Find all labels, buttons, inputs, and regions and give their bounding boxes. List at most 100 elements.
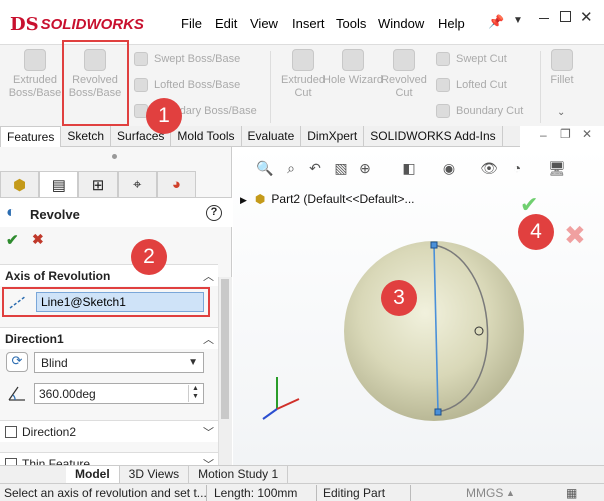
thin-feature-section[interactable]: Thin Feature ﹀ <box>0 452 218 465</box>
solidworks-logo[interactable]: DS SOLIDWORKS <box>10 10 150 38</box>
axis-selection-field[interactable]: Line1@Sketch1 <box>36 292 204 312</box>
menu-insert[interactable]: Insert <box>292 16 325 31</box>
chevron-down-icon[interactable]: ﹀ <box>203 424 214 440</box>
menu-file[interactable]: File <box>181 16 202 31</box>
endpoint-handle[interactable] <box>430 241 438 249</box>
zoom-area-icon[interactable]: ⌕ <box>282 160 300 178</box>
ds-logo-mark: DS <box>10 13 39 35</box>
tab-dimxpert[interactable]: DimXpert <box>301 126 365 147</box>
fillet-icon <box>551 49 573 71</box>
feature-manager-tab[interactable]: ⬢ <box>0 171 40 197</box>
expand-arrow-icon[interactable]: ▶ <box>240 195 247 205</box>
view-orientation-icon[interactable]: ◧ <box>400 160 418 178</box>
tab-sketch[interactable]: Sketch <box>61 126 112 147</box>
title-bar: DS SOLIDWORKS File Edit View Insert Tool… <box>0 0 604 44</box>
maximize-icon[interactable] <box>558 9 572 23</box>
chevron-up-icon[interactable]: ︿ <box>203 331 214 347</box>
color-wheel-icon: ◕ <box>171 176 181 193</box>
revolved-cut-button[interactable]: Revolved Cut <box>373 49 435 100</box>
lofted-cut-button[interactable]: Lofted Cut <box>436 75 507 95</box>
property-manager-tab[interactable]: ▤ <box>39 171 79 197</box>
solidworks-window: DS SOLIDWORKS File Edit View Insert Tool… <box>0 0 604 501</box>
boundary-cut-button[interactable]: Boundary Cut <box>436 101 523 121</box>
status-units[interactable]: MMGS <box>466 486 503 500</box>
property-list-icon: ▤ <box>51 176 66 194</box>
flyout-feature-tree[interactable]: ▶ ⬢ Part2 (Default<<Default>... <box>240 192 415 206</box>
fillet-button[interactable]: Fillet <box>542 49 582 87</box>
swept-cut-icon <box>436 52 450 66</box>
panel-grip-icon[interactable] <box>112 154 117 159</box>
ok-button[interactable]: ✔ <box>6 231 19 249</box>
dimxpert-manager-tab[interactable]: ⌖ <box>117 171 157 197</box>
status-options-icon[interactable]: ▦ <box>566 486 577 500</box>
status-mode: Editing Part <box>323 486 386 500</box>
zoom-to-fit-icon[interactable]: 🔍 <box>256 160 274 178</box>
menu-edit[interactable]: Edit <box>215 16 237 31</box>
edit-appearance-icon[interactable]: ◔ <box>508 160 526 178</box>
ribbon-separator <box>540 51 541 123</box>
swept-cut-label: Swept Cut <box>456 53 507 65</box>
reverse-direction-icon[interactable]: ⟳ <box>6 352 28 372</box>
menu-view[interactable]: View <box>250 16 278 31</box>
menu-help[interactable]: Help <box>438 16 465 31</box>
lofted-boss-button[interactable]: Lofted Boss/Base <box>134 75 240 95</box>
display-manager-tab[interactable]: ◕ <box>156 171 197 197</box>
ribbon-more-icon[interactable]: ⌄ <box>557 107 565 118</box>
tab-model[interactable]: Model <box>66 466 120 483</box>
help-icon[interactable]: ? <box>206 205 222 221</box>
units-dropdown-icon[interactable]: ▲ <box>506 488 515 498</box>
viewport-window-controls: – ❐ ✕ <box>520 126 604 147</box>
tab-evaluate[interactable]: Evaluate <box>242 126 302 147</box>
tab-features[interactable]: Features <box>0 126 62 147</box>
direction2-section[interactable]: Direction2 ﹀ <box>0 420 218 442</box>
chevron-down-icon[interactable]: ﹀ <box>203 456 214 465</box>
close-icon[interactable]: ✕ <box>580 8 596 26</box>
viewport-restore-icon[interactable]: ❐ <box>560 127 571 141</box>
tab-motion-study[interactable]: Motion Study 1 <box>189 466 289 483</box>
chevron-down-icon: ▼ <box>188 357 198 368</box>
section-label: Direction1 <box>5 332 64 346</box>
ribbon-separator <box>270 51 271 123</box>
lofted-cut-label: Lofted Cut <box>456 79 507 91</box>
sweep-icon <box>134 52 148 66</box>
status-length: Length: 100mm <box>214 486 298 500</box>
minimize-icon[interactable] <box>537 9 551 23</box>
configuration-manager-tab[interactable]: ⊞ <box>78 171 118 197</box>
angle-field[interactable]: 360.00deg ▲ ▼ <box>34 383 204 404</box>
angle-value: 360.00deg <box>39 387 96 401</box>
endpoint-handle[interactable] <box>434 408 442 416</box>
panel-scrollbar-thumb[interactable] <box>221 279 229 419</box>
section-view-icon[interactable]: ▧ <box>332 160 350 178</box>
menu-overflow-icon[interactable]: ▼ <box>513 15 523 26</box>
chevron-up-icon[interactable]: ︿ <box>203 268 214 284</box>
menu-tools[interactable]: Tools <box>336 16 366 31</box>
callout-badge-3: 3 <box>381 280 417 316</box>
configuration-icon: ⊞ <box>91 176 105 194</box>
thin-feature-checkbox[interactable] <box>5 458 17 465</box>
direction1-section[interactable]: Direction1 ︿ <box>0 327 218 349</box>
tab-mold-tools[interactable]: Mold Tools <box>171 126 242 147</box>
menu-window[interactable]: Window <box>378 16 424 31</box>
extrude-icon <box>24 49 46 71</box>
display-style-icon[interactable]: ◉ <box>440 160 458 178</box>
property-manager-panel: ⬢ ▤ ⊞ ⌖ ◕ ◐ Revolve ? ✔ ✖ Axis of Revolu… <box>0 147 232 465</box>
previous-view-icon[interactable]: ↶ <box>306 160 324 178</box>
swept-boss-button[interactable]: Swept Boss/Base <box>134 49 240 69</box>
cancel-button[interactable]: ✖ <box>32 231 44 248</box>
swept-cut-button[interactable]: Swept Cut <box>436 49 507 69</box>
pin-icon[interactable]: 📌 <box>488 14 504 30</box>
axis-of-revolution-section[interactable]: Axis of Revolution ︿ <box>0 264 218 286</box>
hide-show-items-icon[interactable]: 👁 <box>480 160 498 178</box>
direction-type-select[interactable]: Blind ▼ <box>34 352 204 373</box>
tab-solidworks-addins[interactable]: SOLIDWORKS Add-Ins <box>364 126 503 147</box>
extruded-boss-button[interactable]: Extruded Boss/Base <box>4 49 66 100</box>
direction2-checkbox[interactable] <box>5 426 17 438</box>
viewport-close-icon[interactable]: ✕ <box>582 127 592 141</box>
confirm-cancel-icon[interactable]: ✖ <box>564 220 586 251</box>
view-settings-icon[interactable]: 🖥 <box>548 160 566 178</box>
tab-3d-views[interactable]: 3D Views <box>120 466 190 483</box>
dynamic-annotation-icon[interactable]: ⊕ <box>356 160 374 178</box>
bottom-tabs: Model 3D Views Motion Study 1 <box>0 465 604 483</box>
viewport-minimize-icon[interactable]: – <box>540 128 547 142</box>
angle-spinner[interactable]: ▲ ▼ <box>188 385 202 402</box>
